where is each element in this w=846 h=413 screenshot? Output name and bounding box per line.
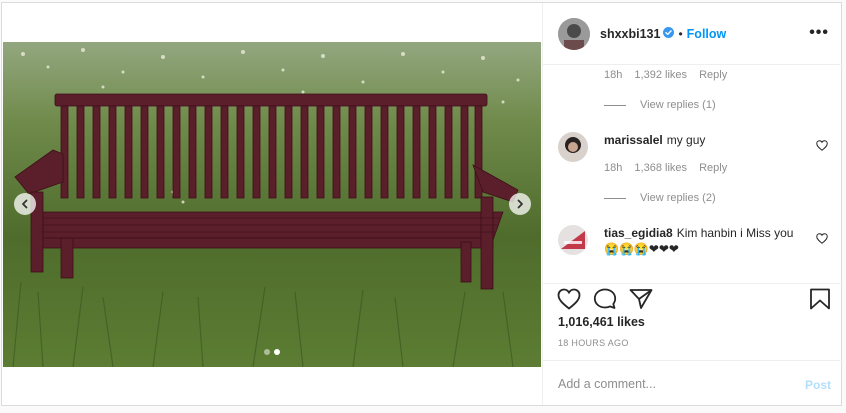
comment-likes[interactable]: 1,392 likes: [634, 69, 687, 81]
comment-input[interactable]: [558, 373, 788, 395]
comment-icon[interactable]: [593, 288, 617, 313]
reply-button[interactable]: Reply: [699, 69, 727, 81]
commenter-avatar-image: [558, 132, 588, 162]
view-replies-button[interactable]: View replies (1): [604, 99, 716, 111]
commenter-username[interactable]: tias_egidia8: [604, 226, 673, 240]
post-comment-button[interactable]: Post: [805, 378, 831, 392]
comment-text: tias_egidia8 Kim hanbin i Miss you😭😭😭❤❤❤: [604, 225, 804, 257]
next-slide-button[interactable]: [509, 193, 531, 215]
comment-likes[interactable]: 1,368 likes: [634, 162, 687, 174]
heart-icon[interactable]: [557, 288, 581, 313]
commenter-avatar-image: [558, 225, 588, 255]
post-side-panel: shxxbi131 • Follow ••• 18h 1,392 likes R…: [542, 3, 843, 406]
view-replies-label: View replies (1): [640, 99, 716, 111]
commenter-avatar[interactable]: [558, 132, 588, 162]
comment-time: 18h: [604, 162, 623, 174]
commenter-avatar[interactable]: [558, 225, 588, 255]
previous-slide-button[interactable]: [14, 193, 36, 215]
reply-button[interactable]: Reply: [699, 162, 727, 174]
action-bar: [543, 283, 843, 313]
view-replies-line: [604, 197, 626, 199]
author-avatar-image: [558, 17, 590, 50]
post-media[interactable]: [3, 42, 541, 367]
author-username[interactable]: shxxbi131: [600, 27, 660, 41]
carousel-indicator: [3, 349, 541, 355]
view-replies-line: [604, 104, 626, 106]
header-separator: •: [678, 26, 683, 41]
comment-meta: 18h 1,368 likes Reply: [604, 162, 736, 174]
chevron-right-icon: [517, 199, 523, 209]
post-header: shxxbi131 • Follow •••: [543, 3, 843, 65]
post-timestamp[interactable]: 18 HOURS AGO: [558, 338, 629, 348]
chevron-left-icon: [22, 199, 28, 209]
comments-list[interactable]: 18h 1,392 likes Reply View replies (1) m…: [543, 66, 843, 281]
like-comment-icon[interactable]: [816, 140, 828, 154]
commenter-username[interactable]: marissalel: [604, 133, 663, 147]
bench-photo: [3, 42, 541, 367]
view-replies-label: View replies (2): [640, 192, 716, 204]
share-icon[interactable]: [629, 288, 653, 313]
comment-meta: 18h 1,392 likes Reply: [604, 69, 736, 81]
likes-count[interactable]: 1,016,461 likes: [558, 315, 645, 329]
like-comment-icon[interactable]: [816, 233, 828, 247]
carousel-dot: [264, 349, 270, 355]
comment-time: 18h: [604, 69, 623, 81]
comment-text: marissalel my guy: [604, 132, 804, 148]
bookmark-icon[interactable]: [809, 288, 831, 313]
comment-body: my guy: [666, 133, 706, 147]
post-card: shxxbi131 • Follow ••• 18h 1,392 likes R…: [1, 2, 843, 406]
follow-button[interactable]: Follow: [687, 27, 727, 41]
comment-composer: Post: [543, 360, 843, 406]
more-options-icon[interactable]: •••: [809, 25, 829, 41]
view-replies-button[interactable]: View replies (2): [604, 192, 716, 204]
author-avatar[interactable]: [558, 17, 590, 50]
verified-badge-icon: [663, 26, 675, 41]
carousel-dot-active: [274, 349, 280, 355]
